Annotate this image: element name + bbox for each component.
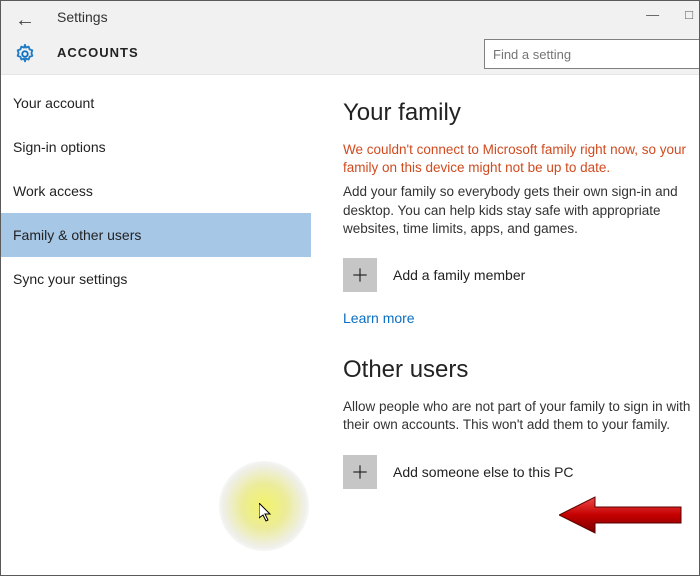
window-title: Settings: [57, 9, 108, 25]
sidebar: Your account Sign-in options Work access…: [1, 75, 311, 575]
learn-more-link[interactable]: Learn more: [343, 310, 415, 326]
sidebar-item-signin-options[interactable]: Sign-in options: [1, 125, 311, 169]
settings-window: ← Settings — □ ACCOUNTS Your account Sig…: [0, 0, 700, 576]
other-users-heading: Other users: [343, 356, 699, 384]
add-other-user-label: Add someone else to this PC: [393, 464, 574, 480]
family-error-text: We couldn't connect to Microsoft family …: [343, 141, 699, 177]
sidebar-item-family-other-users[interactable]: Family & other users: [1, 213, 311, 257]
family-description: Add your family so everybody gets their …: [343, 183, 699, 238]
window-header: ← Settings — □ ACCOUNTS: [1, 1, 699, 75]
content-area: Your account Sign-in options Work access…: [1, 75, 699, 575]
add-other-user-button[interactable]: Add someone else to this PC: [343, 455, 699, 489]
window-controls: — □: [646, 7, 693, 22]
sidebar-item-work-access[interactable]: Work access: [1, 169, 311, 213]
page-category: ACCOUNTS: [57, 45, 139, 60]
plus-icon: [343, 258, 377, 292]
back-button[interactable]: ←: [15, 9, 35, 32]
gear-icon: [14, 43, 36, 70]
sidebar-item-your-account[interactable]: Your account: [1, 81, 311, 125]
main-pane: Your family We couldn't connect to Micro…: [311, 75, 699, 575]
add-family-member-label: Add a family member: [393, 267, 525, 283]
other-users-description: Allow people who are not part of your fa…: [343, 398, 699, 434]
plus-icon: [343, 455, 377, 489]
sidebar-item-sync-settings[interactable]: Sync your settings: [1, 257, 311, 301]
add-family-member-button[interactable]: Add a family member: [343, 258, 699, 292]
search-input[interactable]: [484, 39, 699, 69]
maximize-button[interactable]: □: [685, 7, 693, 22]
family-heading: Your family: [343, 99, 699, 127]
minimize-button[interactable]: —: [646, 7, 659, 22]
